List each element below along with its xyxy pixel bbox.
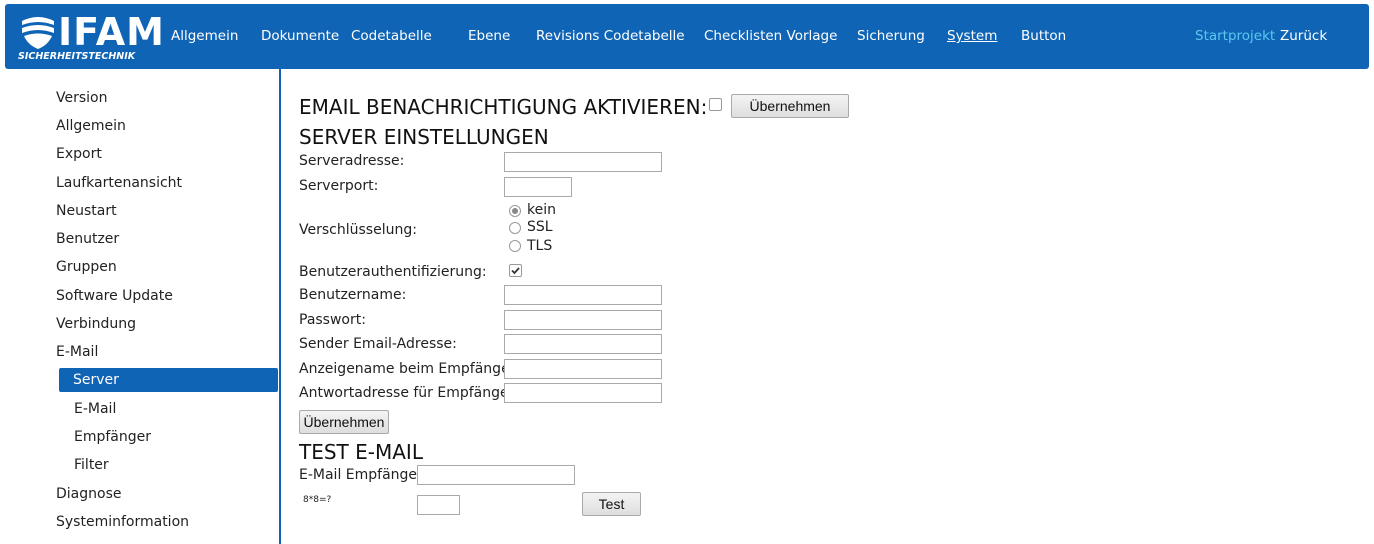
- apply-email-button[interactable]: Übernehmen: [731, 94, 849, 118]
- logo-subtitle: SICHERHEITSTECHNIK: [18, 51, 136, 62]
- verschluesselung-label: Verschlüsselung:: [299, 222, 417, 238]
- sender-input[interactable]: [504, 334, 662, 354]
- submit-server-button[interactable]: Übernehmen: [299, 410, 389, 434]
- anzeigename-label: Anzeigename beim Empfänger:: [299, 361, 520, 377]
- benutzername-input[interactable]: [504, 285, 662, 305]
- encryption-tls-label: TLS: [527, 238, 553, 254]
- nav-codetabelle[interactable]: Codetabelle: [351, 28, 432, 44]
- test-button[interactable]: Test: [582, 492, 641, 516]
- test-recipient-input[interactable]: [417, 465, 575, 485]
- sender-label: Sender Email-Adresse:: [299, 336, 457, 352]
- sidebar-subitem-filter[interactable]: Filter: [74, 453, 109, 477]
- checkmark-icon: [511, 267, 520, 275]
- nav-startprojekt[interactable]: Startprojekt: [1195, 28, 1275, 44]
- sidebar-item-diagnose[interactable]: Diagnose: [56, 482, 121, 506]
- encryption-kein-label: kein: [527, 202, 556, 218]
- serveradresse-label: Serveradresse:: [299, 153, 405, 169]
- sidebar-item-email[interactable]: E-Mail: [56, 340, 98, 364]
- email-activate-heading: EMAIL BENACHRICHTIGUNG AKTIVIEREN:: [299, 95, 708, 119]
- sidebar-item-laufkartenansicht[interactable]: Laufkartenansicht: [56, 171, 182, 195]
- nav-revisions-codetabelle[interactable]: Revisions Codetabelle: [536, 28, 685, 44]
- nav-sicherung[interactable]: Sicherung: [857, 28, 925, 44]
- captcha-label: 8*8=?: [303, 495, 332, 505]
- sidebar-item-gruppen[interactable]: Gruppen: [56, 255, 117, 279]
- ifam-logo[interactable]: IFAM SICHERHEITSTECHNIK: [18, 13, 164, 62]
- sidebar-item-allgemein[interactable]: Allgemein: [56, 114, 126, 138]
- antwortadresse-label: Antwortadresse für Empfänger:: [299, 385, 519, 401]
- sidebar-item-neustart[interactable]: Neustart: [56, 199, 117, 223]
- sidebar-subitem-empfaenger[interactable]: Empfänger: [74, 425, 151, 449]
- sidebar-subitem-email[interactable]: E-Mail: [74, 397, 116, 421]
- captcha-input[interactable]: [417, 495, 460, 515]
- serverport-input[interactable]: [504, 177, 572, 197]
- top-navbar: IFAM SICHERHEITSTECHNIK Allgemein Dokume…: [5, 4, 1369, 69]
- passwort-input[interactable]: [504, 310, 662, 330]
- sidebar-divider: [279, 68, 281, 544]
- sidebar-item-verbindung[interactable]: Verbindung: [56, 312, 136, 336]
- nav-button[interactable]: Button: [1021, 28, 1066, 44]
- nav-ebene[interactable]: Ebene: [468, 28, 510, 44]
- sidebar-subitem-server[interactable]: Server: [59, 368, 278, 392]
- sidebar-item-benutzer[interactable]: Benutzer: [56, 227, 119, 251]
- encryption-tls-radio[interactable]: [509, 240, 521, 252]
- sidebar-item-systeminformation[interactable]: Systeminformation: [56, 510, 189, 534]
- antwortadresse-input[interactable]: [504, 383, 662, 403]
- nav-checklisten-vorlage[interactable]: Checklisten Vorlage: [704, 28, 837, 44]
- benutzername-label: Benutzername:: [299, 287, 407, 303]
- nav-system[interactable]: System: [947, 28, 997, 44]
- benutzerauth-checkbox[interactable]: [509, 264, 522, 277]
- email-activate-checkbox[interactable]: [709, 98, 722, 111]
- sidebar-item-export[interactable]: Export: [56, 142, 102, 166]
- serveradresse-input[interactable]: [504, 152, 662, 172]
- encryption-ssl-label: SSL: [527, 219, 553, 235]
- encryption-ssl-radio[interactable]: [509, 222, 521, 234]
- benutzerauth-label: Benutzerauthentifizierung:: [299, 264, 487, 280]
- sidebar-item-software-update[interactable]: Software Update: [56, 284, 173, 308]
- serverport-label: Serverport:: [299, 178, 379, 194]
- nav-dokumente[interactable]: Dokumente: [261, 28, 339, 44]
- test-email-heading: TEST E-MAIL: [299, 440, 423, 464]
- passwort-label: Passwort:: [299, 312, 366, 328]
- logo-title: IFAM: [58, 10, 165, 54]
- sidebar-item-version[interactable]: Version: [56, 86, 107, 110]
- test-recipient-label: E-Mail Empfänger: [299, 467, 423, 483]
- nav-zurueck[interactable]: Zurück: [1280, 28, 1327, 44]
- encryption-kein-radio[interactable]: [509, 205, 521, 217]
- anzeigename-input[interactable]: [504, 359, 662, 379]
- logo-shield-icon: [22, 17, 54, 49]
- nav-allgemein[interactable]: Allgemein: [171, 28, 238, 44]
- server-settings-heading: SERVER EINSTELLUNGEN: [299, 125, 549, 149]
